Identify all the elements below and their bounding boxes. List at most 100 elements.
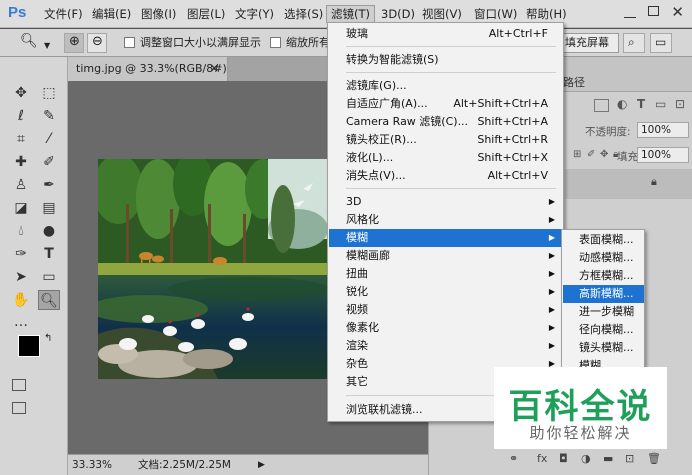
healing-tool-icon[interactable]: ✚ (10, 152, 32, 172)
lasso-tool-icon[interactable]: ℓ (10, 106, 32, 126)
menu-item-3d[interactable]: 3D ▶ (329, 193, 563, 211)
marquee-tool-icon[interactable]: ⬚ (38, 83, 60, 103)
eyedropper-tool-icon[interactable]: ⁄ (38, 129, 60, 149)
link-layers-icon[interactable]: ⚭ (509, 452, 518, 465)
menu-item-video[interactable]: 视频 ▶ (329, 301, 563, 319)
eraser-tool-icon[interactable]: ◪ (10, 198, 32, 218)
submenu-item-lens-blur[interactable]: 镜头模糊... (563, 339, 644, 357)
submenu-item-blur-more[interactable]: 进一步模糊 (563, 303, 644, 321)
zoom-tool-icon[interactable]: 🔍︎ (20, 33, 38, 49)
menu-item-blur[interactable]: 模糊 ▶ (329, 229, 563, 247)
filter-adjust-icon[interactable]: ◐ (617, 97, 627, 111)
workspace-button[interactable]: ▭ (650, 33, 672, 53)
submenu-arrow-icon: ▶ (548, 305, 555, 314)
quick-select-tool-icon[interactable]: ✎ (38, 106, 60, 126)
new-group-icon[interactable]: ▬ (603, 452, 613, 465)
document-tab[interactable]: timg.jpg @ 33.3%(RGB/8#) ✕ (68, 57, 228, 81)
submenu-item-surface-blur[interactable]: 表面模糊... (563, 231, 644, 249)
menu-separator (346, 46, 556, 47)
menu-filter[interactable]: 滤镜(T) (326, 5, 375, 23)
layer-style-icon[interactable]: fx (537, 452, 547, 465)
close-icon[interactable]: ✕ (671, 3, 684, 21)
menu-item-sharpen[interactable]: 锐化 ▶ (329, 283, 563, 301)
fill-field[interactable]: 100% (637, 147, 689, 163)
close-tab-icon[interactable]: ✕ (210, 57, 219, 81)
more-tools-icon[interactable]: … (10, 312, 32, 332)
menu-view[interactable]: 视图(V) (418, 5, 466, 23)
menu-item-camera-raw[interactable]: Camera Raw 滤镜(C)... Shift+Ctrl+A (329, 113, 563, 131)
brush-tool-icon[interactable]: ✐ (38, 152, 60, 172)
crop-tool-icon[interactable]: ⌗ (10, 129, 32, 149)
move-tool-icon[interactable]: ✥ (10, 83, 32, 103)
dodge-tool-icon[interactable]: ● (38, 221, 60, 241)
filter-type-icon[interactable]: T (637, 97, 645, 111)
pen-tool-icon[interactable]: ✑ (10, 244, 32, 264)
delete-layer-icon[interactable]: 🗑︎ (647, 452, 661, 465)
search-button[interactable]: ⌕ (623, 33, 645, 53)
submenu-item-gaussian-blur[interactable]: 高斯模糊... (563, 285, 644, 303)
path-select-tool-icon[interactable]: ➤ (10, 267, 32, 287)
foreground-color-swatch[interactable] (18, 335, 40, 357)
new-layer-icon[interactable]: ⊡ (625, 452, 634, 465)
menu-select[interactable]: 选择(S) (280, 5, 327, 23)
menu-item-liquify[interactable]: 液化(L)... Shift+Ctrl+X (329, 149, 563, 167)
menu-image[interactable]: 图像(I) (137, 5, 180, 23)
zoom-out-button[interactable]: ⊖ (87, 33, 107, 53)
menu-window[interactable]: 窗口(W) (470, 5, 521, 23)
submenu-item-motion-blur[interactable]: 动感模糊... (563, 249, 644, 267)
menu-item-smart-filter[interactable]: 转换为智能滤镜(S) (329, 51, 563, 69)
gradient-tool-icon[interactable]: ▤ (38, 198, 60, 218)
layer-mask-icon[interactable]: ◘ (559, 452, 568, 465)
submenu-item-radial-blur[interactable]: 径向模糊... (563, 321, 644, 339)
zoom-level[interactable]: 33.33% (72, 455, 112, 475)
opacity-field[interactable]: 100% (637, 122, 689, 138)
status-arrow-icon[interactable]: ▶ (258, 455, 265, 475)
minimize-icon[interactable] (624, 6, 636, 18)
filter-smart-icon[interactable]: ⊡ (675, 97, 685, 111)
menu-item-blur-gallery[interactable]: 模糊画廊 ▶ (329, 247, 563, 265)
zoom-tool-icon[interactable]: 🔍︎ (38, 290, 60, 310)
history-brush-icon[interactable]: ✒ (38, 175, 60, 195)
adjustment-layer-icon[interactable]: ◑ (581, 452, 591, 465)
paths-tab[interactable]: 路径 (563, 74, 585, 90)
fill-screen-button[interactable]: 填充屏幕 (560, 33, 619, 53)
chevron-down-icon[interactable]: ▼ (44, 38, 50, 54)
lock-transparent-icon[interactable]: ⊞ (573, 149, 581, 160)
menu-item-vanishing-point[interactable]: 消失点(V)... Alt+Ctrl+V (329, 167, 563, 185)
menu-edit[interactable]: 编辑(E) (88, 5, 135, 23)
resize-windows-checkbox[interactable] (124, 37, 135, 48)
menu-type[interactable]: 文字(Y) (231, 5, 278, 23)
screen-mode-icon[interactable] (12, 402, 26, 414)
rectangle-tool-icon[interactable]: ▭ (38, 267, 60, 287)
menu-layer[interactable]: 图层(L) (183, 5, 229, 23)
blur-tool-icon[interactable]: 💧︎ (10, 221, 32, 241)
menu-item-stylize[interactable]: 风格化 ▶ (329, 211, 563, 229)
filter-image-icon[interactable] (594, 99, 609, 112)
menu-item-pixelate[interactable]: 像素化 ▶ (329, 319, 563, 337)
maximize-icon[interactable] (648, 6, 659, 16)
zoom-all-checkbox[interactable] (270, 37, 281, 48)
menu-item-filter-gallery[interactable]: 滤镜库(G)... (329, 77, 563, 95)
menu-item-render[interactable]: 渲染 ▶ (329, 337, 563, 355)
menu-item-lens-correction[interactable]: 镜头校正(R)... Shift+Ctrl+R (329, 131, 563, 149)
stamp-tool-icon[interactable]: ♙ (10, 175, 32, 195)
filter-shape-icon[interactable]: ▭ (655, 97, 666, 111)
menu-item-adaptive-wide-angle[interactable]: 自适应广角(A)... Alt+Shift+Ctrl+A (329, 95, 563, 113)
menu-file[interactable]: 文件(F) (40, 5, 87, 23)
lock-brush-icon[interactable]: ✐ (587, 149, 595, 160)
menu-item-last-filter[interactable]: 玻璃 Alt+Ctrl+F (329, 25, 563, 43)
type-tool-icon[interactable]: T (38, 244, 60, 264)
submenu-item-box-blur[interactable]: 方框模糊... (563, 267, 644, 285)
resize-windows-label: 调整窗口大小以满屏显示 (140, 36, 261, 49)
menu-item-distort[interactable]: 扭曲 ▶ (329, 265, 563, 283)
quick-mask-icon[interactable] (12, 379, 26, 391)
submenu-arrow-icon: ▶ (548, 341, 555, 350)
hand-tool-icon[interactable]: ✋ (10, 290, 32, 310)
menu-help[interactable]: 帮助(H) (522, 5, 571, 23)
lock-move-icon[interactable]: ✥ (600, 149, 608, 160)
menu-3d[interactable]: 3D(D) (377, 5, 419, 23)
swap-colors-icon[interactable]: ↰ (44, 333, 52, 344)
background-layer-row[interactable] (565, 169, 692, 199)
zoom-in-button[interactable]: ⊕ (64, 33, 84, 53)
filter-menu: 玻璃 Alt+Ctrl+F 转换为智能滤镜(S) 滤镜库(G)... 自适应广角(… (327, 22, 564, 422)
